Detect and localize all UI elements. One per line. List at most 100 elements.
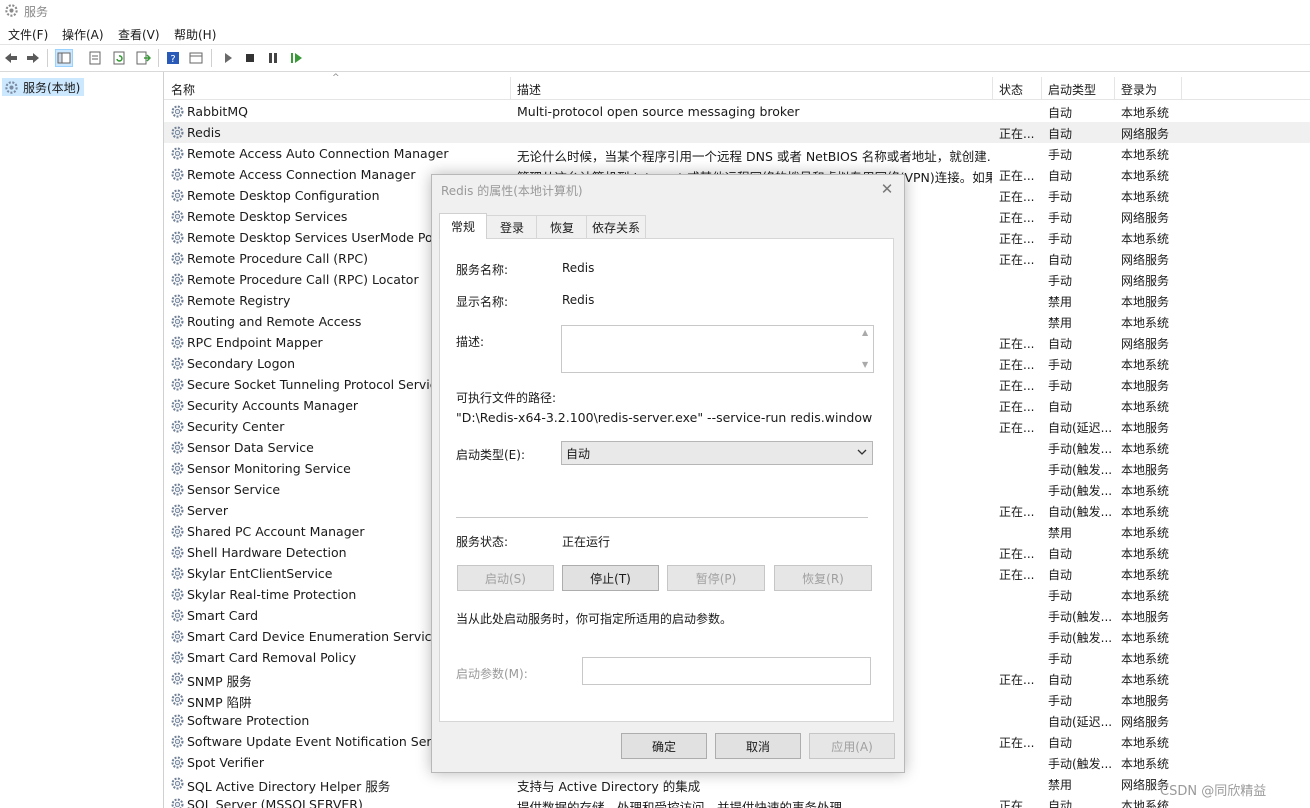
cancel-button[interactable]: 取消 bbox=[715, 733, 801, 759]
service-startup-type: 手动 bbox=[1048, 589, 1073, 603]
scroll-down-icon[interactable]: ▼ bbox=[862, 360, 868, 369]
service-startup-type: 自动 bbox=[1048, 547, 1073, 561]
service-row[interactable]: SQL Server (MSSQLSERVER) 提供数据的存储、处理和受控访问，… bbox=[164, 794, 1310, 808]
service-logon: 本地系统 bbox=[1121, 400, 1170, 414]
service-status: 正在... bbox=[999, 358, 1035, 372]
service-gear-icon bbox=[170, 629, 185, 644]
restart-service-icon[interactable] bbox=[287, 49, 305, 67]
column-header-name[interactable]: 名称 bbox=[171, 81, 195, 98]
service-gear-icon bbox=[170, 230, 185, 245]
service-gear-icon bbox=[170, 587, 185, 602]
service-gear-icon bbox=[170, 104, 185, 119]
service-logon: 本地服务 bbox=[1121, 463, 1170, 477]
service-logon: 网络服务 bbox=[1121, 715, 1170, 729]
menu-action[interactable]: 操作(A) bbox=[62, 26, 104, 43]
services-gear-icon bbox=[5, 4, 18, 17]
forward-arrow-icon[interactable] bbox=[24, 49, 42, 67]
service-startup-type: 手动(触发... bbox=[1048, 442, 1113, 456]
service-startup-type: 自动 bbox=[1048, 106, 1073, 120]
watermark: CSDN @同欣精益 bbox=[1160, 784, 1267, 799]
tab-general[interactable]: 常规 bbox=[439, 213, 487, 239]
menu-file[interactable]: 文件(F) bbox=[8, 26, 48, 43]
service-startup-type: 自动 bbox=[1048, 673, 1073, 687]
service-status: 正在... bbox=[999, 568, 1035, 582]
service-startup-type: 手动 bbox=[1048, 274, 1073, 288]
service-gear-icon bbox=[170, 209, 185, 224]
startup-params-hint: 当从此处启动服务时，你可指定所适用的启动参数。 bbox=[456, 612, 733, 626]
service-gear-icon bbox=[170, 314, 185, 329]
service-row[interactable]: Remote Access Auto Connection Manager 无论什… bbox=[164, 143, 1310, 164]
service-description: 支持与 Active Directory 的集成 bbox=[517, 779, 701, 794]
service-logon: 本地系统 bbox=[1121, 568, 1170, 582]
chevron-down-icon bbox=[857, 449, 867, 455]
service-logon: 网络服务 bbox=[1121, 253, 1170, 267]
tab-logon[interactable]: 登录 bbox=[486, 215, 538, 238]
service-row[interactable]: SQL Active Directory Helper 服务 支持与 Active… bbox=[164, 773, 1310, 794]
service-gear-icon bbox=[170, 608, 185, 623]
startup-params-input[interactable] bbox=[582, 657, 871, 685]
service-logon: 本地系统 bbox=[1121, 190, 1170, 204]
pause-button[interactable]: 暂停(P) bbox=[667, 565, 765, 591]
service-logon: 本地系统 bbox=[1121, 106, 1170, 120]
service-logon: 网络服务 bbox=[1121, 127, 1170, 141]
description-scrollbar[interactable]: ▲ ▼ bbox=[859, 326, 873, 372]
column-header-description[interactable]: 描述 bbox=[517, 81, 541, 98]
startup-type-select[interactable]: 自动 bbox=[561, 441, 873, 465]
ok-button[interactable]: 确定 bbox=[621, 733, 707, 759]
pause-service-icon[interactable] bbox=[264, 49, 282, 67]
show-hide-pane-icon[interactable] bbox=[187, 49, 205, 67]
service-status: 正在... bbox=[999, 127, 1035, 141]
service-startup-type: 手动 bbox=[1048, 232, 1073, 246]
tab-dependencies[interactable]: 依存关系 bbox=[586, 215, 646, 238]
service-logon: 本地服务 bbox=[1121, 610, 1170, 624]
column-header-status[interactable]: 状态 bbox=[999, 81, 1023, 98]
service-gear-icon bbox=[170, 545, 185, 560]
service-logon: 本地系统 bbox=[1121, 316, 1170, 330]
tree-item-services-local[interactable]: 服务(本地) bbox=[2, 78, 85, 96]
scroll-up-icon[interactable]: ▲ bbox=[862, 328, 868, 337]
service-gear-icon bbox=[170, 503, 185, 518]
menu-help[interactable]: 帮助(H) bbox=[174, 26, 216, 43]
toolbar: ? bbox=[0, 45, 1310, 72]
service-logon: 本地系统 bbox=[1121, 526, 1170, 540]
service-startup-type: 自动 bbox=[1048, 169, 1073, 183]
console-tree-icon[interactable] bbox=[55, 49, 73, 67]
svg-text:?: ? bbox=[170, 54, 175, 65]
console-tree: 服务(本地) bbox=[0, 72, 164, 808]
service-status: 正在... bbox=[999, 736, 1035, 750]
service-startup-type: 禁用 bbox=[1048, 526, 1073, 540]
service-startup-type: 手动(触发... bbox=[1048, 610, 1113, 624]
service-startup-type: 自动 bbox=[1048, 253, 1073, 267]
service-startup-type: 自动 bbox=[1048, 736, 1073, 750]
menu-view[interactable]: 查看(V) bbox=[118, 26, 160, 43]
service-description: Multi-protocol open source messaging bro… bbox=[517, 104, 800, 119]
help-icon[interactable]: ? bbox=[164, 49, 182, 67]
properties-icon[interactable] bbox=[86, 49, 104, 67]
service-gear-icon bbox=[170, 566, 185, 581]
column-header-startup-type[interactable]: 启动类型 bbox=[1048, 81, 1096, 98]
service-name: Redis bbox=[187, 125, 221, 140]
close-icon[interactable]: ✕ bbox=[878, 180, 896, 198]
start-service-icon[interactable] bbox=[219, 49, 237, 67]
service-row[interactable]: Redis 正在... 自动 网络服务 bbox=[164, 122, 1310, 143]
service-row[interactable]: RabbitMQ Multi-protocol open source messa… bbox=[164, 101, 1310, 122]
service-startup-type: 自动(延迟... bbox=[1048, 421, 1113, 435]
apply-button[interactable]: 应用(A) bbox=[809, 733, 895, 759]
service-name: SQL Server (MSSQLSERVER) bbox=[187, 797, 363, 808]
tab-recovery[interactable]: 恢复 bbox=[536, 215, 588, 238]
column-header-logon[interactable]: 登录为 bbox=[1121, 81, 1157, 98]
back-arrow-icon[interactable] bbox=[2, 49, 20, 67]
refresh-icon[interactable] bbox=[110, 49, 128, 67]
service-description: 无论什么时候，当某个程序引用一个远程 DNS 或者 NetBIOS 名称或者地址… bbox=[517, 149, 992, 164]
description-field[interactable]: ▲ ▼ bbox=[561, 325, 874, 373]
service-gear-icon bbox=[170, 797, 185, 808]
window-title: 服务 bbox=[24, 5, 49, 19]
service-gear-icon bbox=[170, 671, 185, 686]
resume-button[interactable]: 恢复(R) bbox=[774, 565, 872, 591]
export-list-icon[interactable] bbox=[134, 49, 152, 67]
stop-button[interactable]: 停止(T) bbox=[562, 565, 659, 591]
stop-service-icon[interactable] bbox=[241, 49, 259, 67]
service-logon: 本地系统 bbox=[1121, 631, 1170, 645]
display-name-label: 显示名称: bbox=[456, 295, 509, 309]
start-button[interactable]: 启动(S) bbox=[457, 565, 554, 591]
